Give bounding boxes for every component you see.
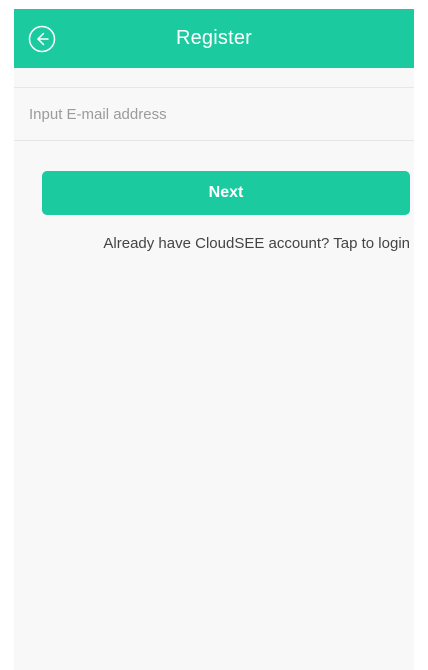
app-header: Register (14, 9, 414, 68)
email-field-row (14, 87, 414, 141)
register-screen: Register Next Already have CloudSEE acco… (14, 9, 414, 670)
login-link[interactable]: Already have CloudSEE account? Tap to lo… (103, 235, 410, 252)
page-title: Register (175, 27, 253, 49)
email-input[interactable] (29, 88, 399, 140)
next-button[interactable]: Next (42, 171, 410, 215)
back-icon[interactable] (28, 25, 56, 53)
